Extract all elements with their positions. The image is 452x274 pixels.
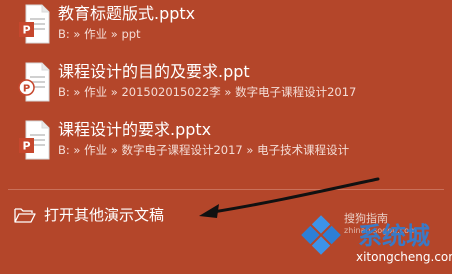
file-path: B: » 作业 » ppt [58, 27, 141, 41]
file-name: 教育标题版式.pptx [58, 4, 196, 23]
watermark-brand: 系统城 [358, 222, 430, 250]
recent-files-panel: P 教育标题版式.pptx B: » 作业 » ppt P 课程设计的目的及要求… [0, 0, 452, 274]
file-path: B: » 作业 » 2015020150​22李 » 数字电子课程设计2017 [58, 85, 357, 99]
windows-logo-icon [301, 215, 341, 255]
pptx-file-icon: P [19, 4, 50, 44]
recent-file-item[interactable]: P 课程设计的要求.pptx B: » 作业 » 数字电子课程设计2017 » … [10, 120, 440, 168]
file-name: 课程设计的目的及要求.ppt [58, 62, 250, 81]
svg-text:P: P [22, 24, 30, 37]
ppt-file-icon: P [18, 62, 50, 102]
file-name: 课程设计的要求.pptx [58, 120, 212, 139]
svg-text:P: P [22, 140, 30, 153]
open-other-presentations-button[interactable]: 打开其他演示文稿 [10, 204, 220, 226]
watermark: 搜狗指南 zhinan.sogou.com 系统城 xitongcheng.co… [298, 206, 452, 268]
svg-text:P: P [23, 84, 30, 95]
recent-file-item[interactable]: P 课程设计的目的及要求.ppt B: » 作业 » 2015020150​22… [10, 62, 440, 110]
watermark-domain: xitongcheng.com [356, 250, 452, 264]
folder-open-icon [14, 208, 36, 223]
file-path: B: » 作业 » 数字电子课程设计2017 » 电子技术课程设计 [58, 143, 350, 157]
pptx-file-icon: P [19, 120, 50, 160]
recent-file-item[interactable]: P 教育标题版式.pptx B: » 作业 » ppt [10, 4, 440, 52]
open-other-label: 打开其他演示文稿 [44, 206, 165, 224]
